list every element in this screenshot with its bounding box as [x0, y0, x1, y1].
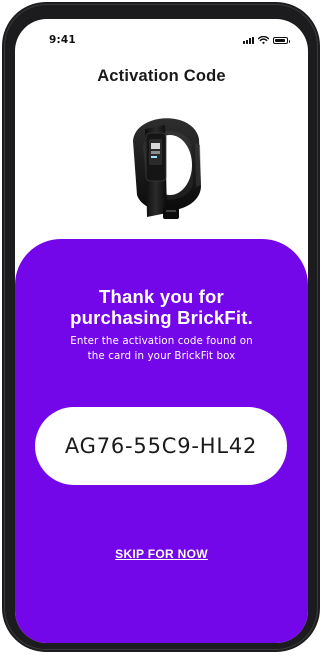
- status-icons: [243, 36, 290, 44]
- status-bar: 9:41: [15, 19, 308, 63]
- card-heading-line1: Thank you for: [99, 286, 224, 307]
- card-instructions: Enter the activation code found on the c…: [35, 334, 288, 364]
- card-heading: Thank you for purchasing BrickFit.: [25, 286, 298, 328]
- activation-code-field[interactable]: AG76-55C9-HL42: [35, 407, 287, 485]
- activation-card: Thank you for purchasing BrickFit. Enter…: [15, 239, 308, 643]
- status-time: 9:41: [49, 34, 76, 46]
- app-screen: 9:41 Activation Code Thank you for purch…: [15, 19, 308, 643]
- signal-icon: [243, 36, 254, 44]
- page-title: Activation Code: [97, 67, 226, 85]
- card-heading-line2: purchasing BrickFit.: [70, 307, 253, 328]
- card-instructions-line2: the card in your BrickFit box: [87, 350, 236, 362]
- phone-frame: 9:41 Activation Code Thank you for purch…: [2, 2, 320, 652]
- wifi-icon: [258, 36, 269, 44]
- activation-code-value[interactable]: AG76-55C9-HL42: [65, 434, 257, 458]
- fitness-band-image: [133, 118, 201, 219]
- card-instructions-line1: Enter the activation code found on: [70, 335, 253, 347]
- battery-icon: [273, 36, 290, 44]
- skip-for-now-link[interactable]: SKIP FOR NOW: [15, 547, 308, 561]
